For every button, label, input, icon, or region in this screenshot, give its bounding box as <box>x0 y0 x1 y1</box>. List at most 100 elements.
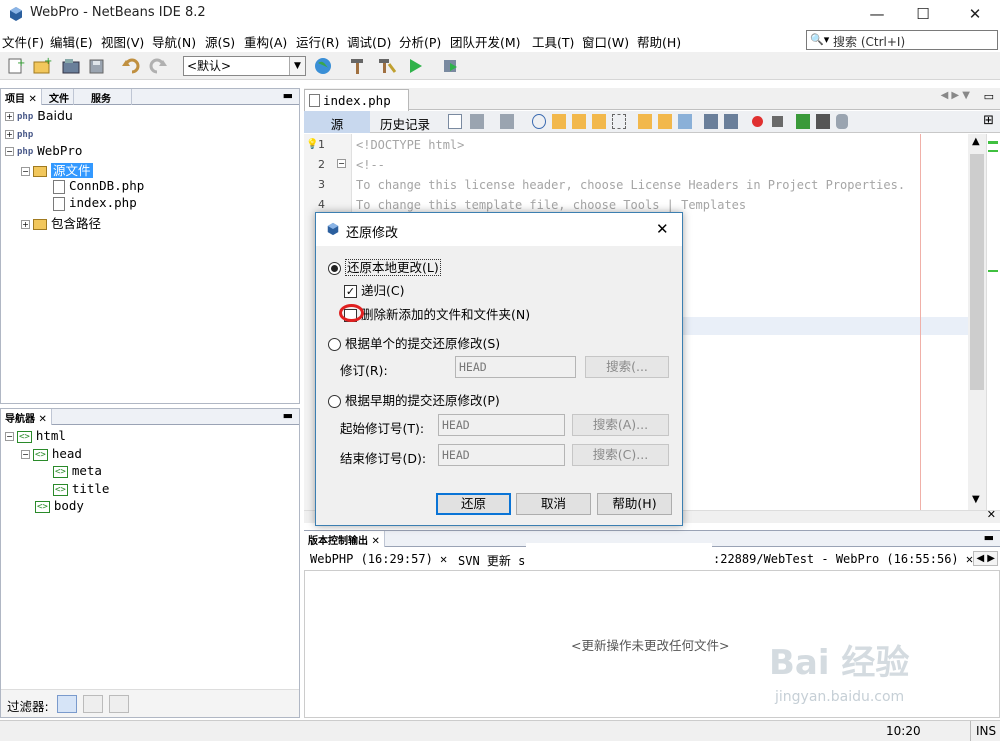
collapse-icon[interactable]: − <box>5 147 14 156</box>
build-hammer-icon[interactable] <box>346 56 368 76</box>
editor-vertical-scrollbar[interactable]: ▲ ▼ <box>968 134 986 510</box>
tab-nav-arrows-icon[interactable]: ◀ ▶ ▼ <box>941 90 970 101</box>
debug-project-icon[interactable] <box>440 56 462 76</box>
toggle-highlight-icon[interactable] <box>592 114 606 129</box>
scroll-down-icon[interactable]: ▼ <box>972 494 980 505</box>
tab-source[interactable]: 源 <box>304 111 370 133</box>
menu-source[interactable]: 源(S) <box>205 32 235 51</box>
previous-bookmark-icon[interactable] <box>638 114 652 129</box>
back-icon[interactable] <box>470 114 484 129</box>
menu-help[interactable]: 帮助(H) <box>637 32 681 51</box>
scroll-tabs-icon[interactable]: ◀ ▶ <box>973 551 998 566</box>
filter-inherited-icon[interactable] <box>83 695 103 713</box>
change-marker[interactable] <box>988 270 998 272</box>
end-revision-field[interactable]: HEAD <box>438 444 565 466</box>
split-editor-icon[interactable]: ⊞ <box>983 113 994 128</box>
stop-macro-icon[interactable] <box>772 116 783 127</box>
menu-file[interactable]: 文件(F) <box>2 32 44 51</box>
expand-icon[interactable]: + <box>5 130 14 139</box>
cancel-button[interactable]: 取消 <box>516 493 591 515</box>
recursive-checkbox[interactable]: ✓ 递归(C) <box>344 280 404 299</box>
option-revert-local[interactable]: 还原本地更改(L) <box>328 257 441 276</box>
collapse-icon[interactable]: − <box>21 450 30 459</box>
tab-files[interactable]: 文件 <box>45 89 74 105</box>
output-tab-svn-update[interactable]: SVN 更新 s <box>458 552 525 569</box>
close-icon[interactable]: ✕ <box>987 508 996 521</box>
open-project-icon[interactable] <box>60 56 82 76</box>
search-input[interactable]: 🔍▾ 搜索 (Ctrl+I) <box>806 30 998 50</box>
maximize-editor-icon[interactable]: ▭ <box>984 90 994 103</box>
delete-new-files-checkbox[interactable]: 删除新添加的文件和文件夹(N) <box>344 304 530 323</box>
run-project-icon[interactable] <box>405 56 427 76</box>
new-project-icon[interactable]: + <box>31 56 53 76</box>
tab-version-control-output[interactable]: 版本控制输出 ✕ <box>304 531 385 547</box>
editor-file-tab[interactable]: index.php ✕ <box>304 89 409 123</box>
tab-navigator[interactable]: 导航器 ✕ <box>1 409 52 425</box>
find-icon[interactable] <box>532 114 546 129</box>
fold-icon[interactable]: − <box>337 159 346 168</box>
revert-button[interactable]: 还原 <box>436 493 511 515</box>
scrollbar-thumb[interactable] <box>970 154 984 390</box>
scroll-up-icon[interactable]: ▲ <box>972 136 980 147</box>
run-file-icon[interactable] <box>796 114 810 129</box>
undo-icon[interactable] <box>120 56 142 76</box>
search-start-revision-button[interactable]: 搜索(A)... <box>572 414 669 436</box>
toggle-bookmark-icon[interactable] <box>678 114 692 129</box>
tab-projects[interactable]: 项目 ✕ <box>1 89 42 105</box>
option-revert-single-commit[interactable]: 根据单个的提交还原修改(S) <box>328 333 500 352</box>
menu-navigate[interactable]: 导航(N) <box>152 32 196 51</box>
tab-services[interactable]: 服务 <box>87 89 132 105</box>
nav-item-html[interactable]: − <> html <box>5 428 66 443</box>
tree-item-source-files[interactable]: − 源文件 <box>21 160 93 179</box>
menu-debug[interactable]: 调试(D) <box>347 32 391 51</box>
expand-icon[interactable]: + <box>5 112 14 121</box>
revision-field[interactable]: HEAD <box>455 356 576 378</box>
redo-icon[interactable] <box>147 56 169 76</box>
checkbox-checked-icon[interactable]: ✓ <box>344 285 357 298</box>
tree-item-unnamed-project[interactable]: + php <box>5 126 33 141</box>
rectangular-select-icon[interactable] <box>612 114 626 129</box>
lightbulb-hint-icon[interactable]: 💡 <box>306 139 318 150</box>
radio-selected-icon[interactable] <box>328 262 341 275</box>
menu-window[interactable]: 窗口(W) <box>582 32 629 51</box>
tree-item-index[interactable]: index.php <box>53 195 137 211</box>
minimize-panel-icon[interactable]: ▬ <box>283 409 293 422</box>
find-previous-icon[interactable] <box>552 114 566 129</box>
expand-icon[interactable]: + <box>21 220 30 229</box>
filter-fields-icon[interactable] <box>57 695 77 713</box>
nav-item-meta[interactable]: <> meta <box>53 463 102 478</box>
dialog-close-button[interactable]: ✕ <box>656 220 669 238</box>
nav-item-title[interactable]: <> title <box>53 481 109 496</box>
tree-item-baidu[interactable]: + php Baidu <box>5 108 73 123</box>
find-next-icon[interactable] <box>572 114 586 129</box>
filter-private-icon[interactable] <box>109 695 129 713</box>
radio-unselected-icon[interactable] <box>328 395 341 408</box>
last-edit-icon[interactable] <box>448 114 462 129</box>
menu-refactor[interactable]: 重构(A) <box>244 32 287 51</box>
menu-view[interactable]: 视图(V) <box>101 32 144 51</box>
change-marker[interactable] <box>988 150 998 152</box>
clean-build-icon[interactable] <box>375 56 397 76</box>
database-icon[interactable] <box>836 114 848 129</box>
configuration-select[interactable]: <默认> ▼ <box>183 56 306 76</box>
help-button[interactable]: 帮助(H) <box>597 493 672 515</box>
start-macro-icon[interactable] <box>752 116 763 127</box>
nav-item-body[interactable]: <> body <box>35 498 84 513</box>
next-bookmark-icon[interactable] <box>658 114 672 129</box>
menu-tools[interactable]: 工具(T) <box>532 32 574 51</box>
menu-team[interactable]: 团队开发(M) <box>450 32 521 51</box>
radio-unselected-icon[interactable] <box>328 338 341 351</box>
save-all-icon[interactable] <box>86 56 108 76</box>
minimize-panel-icon[interactable]: ▬ <box>283 89 293 102</box>
tree-item-include-path[interactable]: + 包含路径 <box>21 213 101 232</box>
forward-icon[interactable] <box>500 114 514 129</box>
search-end-revision-button[interactable]: 搜索(C)... <box>572 444 669 466</box>
minimize-button[interactable]: — <box>854 0 900 28</box>
browser-globe-icon[interactable] <box>313 56 335 76</box>
output-tab-webphp[interactable]: WebPHP (16:29:57) ✕ <box>310 552 447 566</box>
comment-icon[interactable] <box>816 114 830 129</box>
tab-history[interactable]: 历史记录 <box>370 111 440 133</box>
collapse-icon[interactable]: − <box>21 167 30 176</box>
menu-edit[interactable]: 编辑(E) <box>50 32 93 51</box>
close-window-button[interactable]: ✕ <box>952 0 998 28</box>
